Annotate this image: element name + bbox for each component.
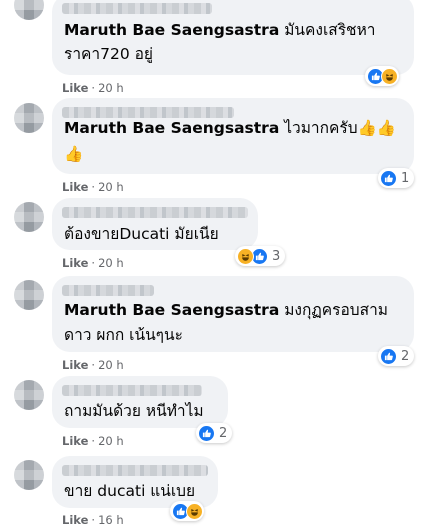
like-reaction-icon (380, 347, 397, 365)
like-link[interactable]: Like (62, 81, 88, 95)
reaction-count: 2 (219, 425, 228, 441)
haha-reaction-icon (237, 247, 254, 265)
reactions-badge[interactable] (170, 501, 204, 521)
reaction-count: 3 (272, 248, 281, 264)
like-link[interactable]: Like (62, 434, 88, 448)
reactions-badge[interactable] (365, 66, 399, 86)
like-link[interactable]: Like (62, 358, 88, 372)
comment-bubble: ต้องขายDucati มัยเนีย (52, 198, 258, 250)
avatar[interactable] (14, 380, 44, 410)
comment-text-line2: 👍 (64, 145, 84, 163)
reactions-badge[interactable]: 1 (378, 168, 415, 188)
avatar[interactable] (14, 280, 44, 310)
timestamp[interactable]: 20 h (98, 434, 124, 448)
comment-text: ขาย ducati แน่เบย (64, 482, 196, 500)
like-link[interactable]: Like (62, 256, 88, 270)
comment-text: ถามมันด้วย หนีทำไม (64, 402, 204, 420)
blurred-author-name[interactable] (62, 3, 212, 14)
blurred-author-name[interactable] (62, 207, 248, 218)
avatar[interactable] (14, 202, 44, 232)
mention-link[interactable]: Maruth Bae Saengsastra (64, 119, 279, 137)
comment-bubble: ถามมันด้วย หนีทำไม (52, 376, 228, 428)
comment-text: Maruth Bae Saengsastra ไวมากครับ👍👍 (64, 117, 396, 140)
comment-meta: Like · 16 h (62, 513, 124, 527)
comment-meta: Like · 20 h (62, 180, 124, 194)
comment-meta: Like · 20 h (62, 358, 124, 372)
comment-text-line1: ไวมากครับ👍👍 (284, 119, 397, 137)
timestamp[interactable]: 20 h (98, 180, 124, 194)
comment-meta: Like · 20 h (62, 81, 124, 95)
haha-reaction-icon (186, 502, 203, 520)
comment-text: Maruth Bae Saengsastra มันคงเสริชหา (64, 19, 376, 42)
comment-text-line2: ดาว ผกก เน้นๆนะ (64, 326, 183, 344)
comment-text: Maruth Bae Saengsastra มงกุฏครอบสาม (64, 299, 388, 322)
haha-reaction-icon (381, 67, 398, 85)
timestamp[interactable]: 20 h (98, 358, 124, 372)
mention-link[interactable]: Maruth Bae Saengsastra (64, 301, 279, 319)
comment-bubble: Maruth Bae Saengsastra มงกุฏครอบสาม ดาว … (52, 276, 414, 352)
reactions-badge[interactable]: 2 (196, 423, 233, 443)
reactions-badge[interactable]: 3 (235, 246, 286, 266)
comment-meta: Like · 20 h (62, 434, 124, 448)
comment-text-line1: มงกุฏครอบสาม (284, 301, 389, 319)
like-link[interactable]: Like (62, 513, 88, 527)
reaction-count: 2 (401, 348, 410, 364)
comment-bubble: Maruth Bae Saengsastra มันคงเสริชหา ราคา… (52, 0, 414, 75)
like-reaction-icon (380, 169, 397, 187)
reaction-count: 1 (401, 170, 410, 186)
blurred-author-name[interactable] (62, 285, 154, 296)
comment-bubble: Maruth Bae Saengsastra ไวมากครับ👍👍 👍 (52, 98, 414, 174)
timestamp[interactable]: 20 h (98, 81, 124, 95)
reactions-badge[interactable]: 2 (378, 346, 415, 366)
blurred-author-name[interactable] (62, 465, 208, 476)
mention-link[interactable]: Maruth Bae Saengsastra (64, 21, 279, 39)
blurred-author-name[interactable] (62, 385, 202, 396)
avatar[interactable] (14, 460, 44, 490)
comment-text-line2: ราคา720 อยู่ (64, 45, 154, 63)
comment-meta: Like · 20 h (62, 256, 124, 270)
timestamp[interactable]: 16 h (98, 513, 124, 527)
like-link[interactable]: Like (62, 180, 88, 194)
avatar[interactable] (14, 0, 44, 20)
avatar[interactable] (14, 103, 44, 133)
comment-text: ต้องขายDucati มัยเนีย (64, 225, 219, 243)
like-reaction-icon (198, 424, 215, 442)
timestamp[interactable]: 20 h (98, 256, 124, 270)
comment-text-line1: มันคงเสริชหา (284, 21, 376, 39)
